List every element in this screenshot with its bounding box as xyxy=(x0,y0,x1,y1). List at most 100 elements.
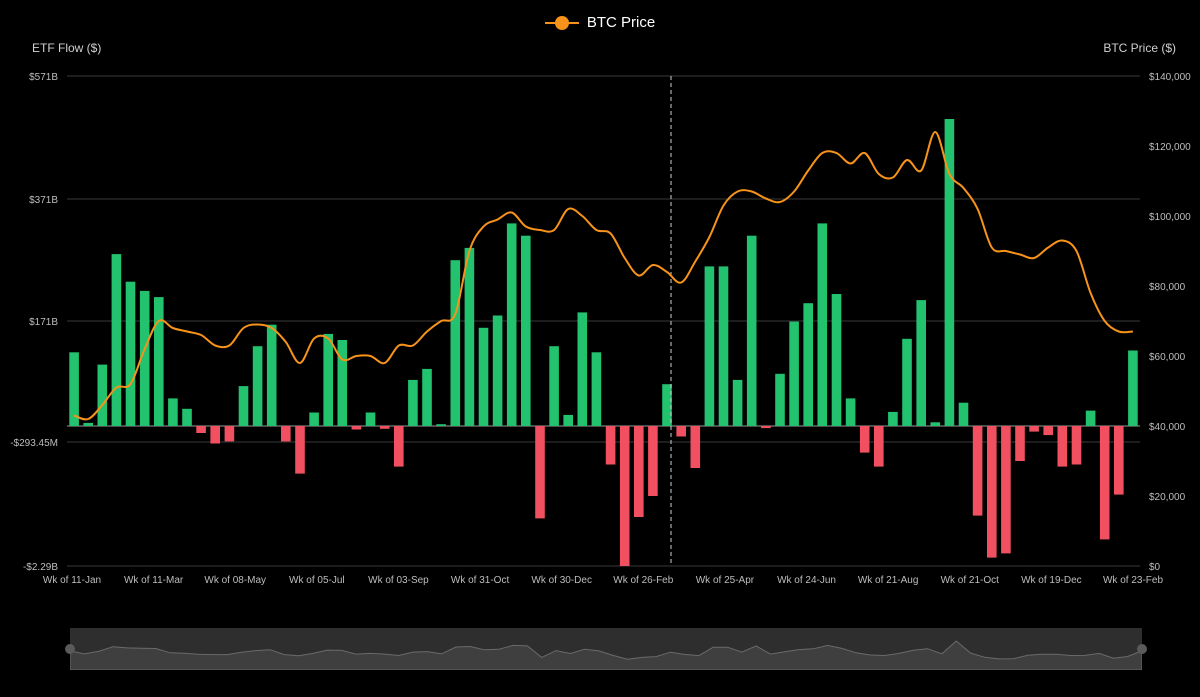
inflow-bar xyxy=(125,281,136,426)
inflow-bar xyxy=(521,235,531,426)
inflow-bar xyxy=(436,424,446,426)
inflow-bar xyxy=(888,411,898,426)
outflow-bar xyxy=(1029,426,1039,432)
inflow-bar xyxy=(1128,350,1138,426)
inflow-bar xyxy=(464,247,475,426)
inflow-bar xyxy=(450,260,461,426)
range-navigator[interactable] xyxy=(69,628,1143,671)
navigator-left-handle[interactable] xyxy=(65,644,75,654)
inflow-bar xyxy=(83,422,93,426)
outflow-bar xyxy=(1071,426,1082,465)
x-axis-tick-label: Wk of 21-Oct xyxy=(941,575,1000,586)
navigator-sparkline xyxy=(69,640,1143,671)
left-axis-tick-label: $571B xyxy=(29,72,58,83)
inflow-bar xyxy=(789,321,799,426)
right-axis-tick-label: $60,000 xyxy=(1149,352,1186,363)
outflow-bar xyxy=(634,426,644,517)
inflow-bar xyxy=(182,408,192,426)
x-axis-tick-label: Wk of 19-Dec xyxy=(1021,575,1082,586)
inflow-bar xyxy=(662,384,672,426)
navigator-area xyxy=(69,640,1143,671)
outflow-bar xyxy=(619,426,630,566)
inflow-bar xyxy=(902,338,912,426)
inflow-bar xyxy=(506,223,517,426)
inflow-bar xyxy=(549,346,559,426)
inflow-bar xyxy=(154,297,164,426)
outflow-bar xyxy=(535,426,545,519)
outflow-bar xyxy=(1043,426,1053,436)
inflow-bar xyxy=(803,303,813,426)
left-axis-tick-label: $371B xyxy=(29,195,58,206)
inflow-bar xyxy=(408,379,418,426)
x-axis-tick-label: Wk of 30-Dec xyxy=(531,575,592,586)
right-axis-tick-label: $80,000 xyxy=(1149,282,1186,293)
outflow-bar xyxy=(648,426,658,496)
outflow-bar xyxy=(690,426,701,468)
outflow-bar xyxy=(295,426,305,474)
inflow-bar xyxy=(577,312,588,426)
inflow-bar xyxy=(323,333,333,426)
inflow-bar xyxy=(111,254,122,426)
x-axis-tick-label: Wk of 21-Aug xyxy=(858,575,919,586)
inflow-bar xyxy=(69,352,79,426)
etf-flow-btc-price-chart: $571B $371B $171B -$293.45M -$2.29B $140,000 $… xyxy=(10,72,1191,586)
left-axis-tick-label: $171B xyxy=(29,317,58,328)
outflow-bar xyxy=(196,426,206,433)
inflow-bar xyxy=(1085,410,1096,426)
x-axis-tick-label: Wk of 08-May xyxy=(204,575,266,586)
outflow-bar xyxy=(351,426,362,430)
inflow-bar xyxy=(732,379,743,426)
inflow-bar xyxy=(958,402,969,426)
outflow-bar xyxy=(1015,426,1025,461)
left-axis-tick-label: -$2.29B xyxy=(23,562,58,573)
inflow-bar xyxy=(746,235,757,426)
outflow-bar xyxy=(379,426,390,429)
outflow-bar xyxy=(987,426,997,558)
x-axis-tick-label: Wk of 03-Sep xyxy=(368,575,429,586)
x-axis-tick-label: Wk of 23-Feb xyxy=(1103,575,1163,586)
outflow-bar xyxy=(859,426,870,453)
outflow-bar xyxy=(1099,426,1110,540)
right-axis-tick-label: $100,000 xyxy=(1149,212,1191,223)
inflow-bar xyxy=(266,324,277,426)
inflow-bar xyxy=(563,414,573,426)
navigator-right-handle[interactable] xyxy=(1137,644,1147,654)
x-axis-tick-label: Wk of 26-Feb xyxy=(613,575,673,586)
inflow-bar xyxy=(704,266,715,426)
inflow-bar xyxy=(718,266,729,426)
inflow-bar xyxy=(831,294,842,426)
x-axis-tick-label: Wk of 05-Jul xyxy=(289,575,345,586)
inflow-bar xyxy=(238,386,249,426)
outflow-bar xyxy=(281,426,291,442)
inflow-bar xyxy=(97,364,108,426)
btc-price-line xyxy=(73,130,1133,421)
outflow-bar xyxy=(1114,426,1124,495)
inflow-bar xyxy=(492,315,503,426)
outflow-bar xyxy=(1057,426,1068,467)
outflow-bar xyxy=(210,426,220,444)
outflow-bar xyxy=(972,426,983,516)
inflow-bar xyxy=(916,300,926,426)
outflow-bar xyxy=(874,426,884,467)
x-axis-tick-label: Wk of 24-Jun xyxy=(777,575,836,586)
right-axis-tick-label: $20,000 xyxy=(1149,492,1186,503)
outflow-bar xyxy=(224,426,235,442)
x-axis-tick-label: Wk of 31-Oct xyxy=(451,575,510,586)
right-axis-tick-label: $120,000 xyxy=(1149,142,1191,153)
inflow-bar xyxy=(591,352,602,426)
left-axis-tick-label: -$293.45M xyxy=(10,438,58,449)
inflow-bar xyxy=(309,412,319,426)
inflow-bar xyxy=(845,398,856,426)
inflow-bar xyxy=(365,412,376,426)
x-axis-tick-label: Wk of 11-Jan xyxy=(43,575,101,586)
right-axis-tick-label: $40,000 xyxy=(1149,422,1186,433)
x-axis-tick-label: Wk of 11-Mar xyxy=(124,575,184,586)
inflow-bar xyxy=(930,422,941,426)
right-axis-tick-label: $140,000 xyxy=(1149,72,1191,83)
outflow-bar xyxy=(676,426,686,437)
inflow-bar xyxy=(337,340,348,426)
inflow-bar xyxy=(775,373,785,426)
inflow-bar xyxy=(478,327,489,426)
outflow-bar xyxy=(761,426,771,429)
inflow-bar xyxy=(817,223,828,426)
